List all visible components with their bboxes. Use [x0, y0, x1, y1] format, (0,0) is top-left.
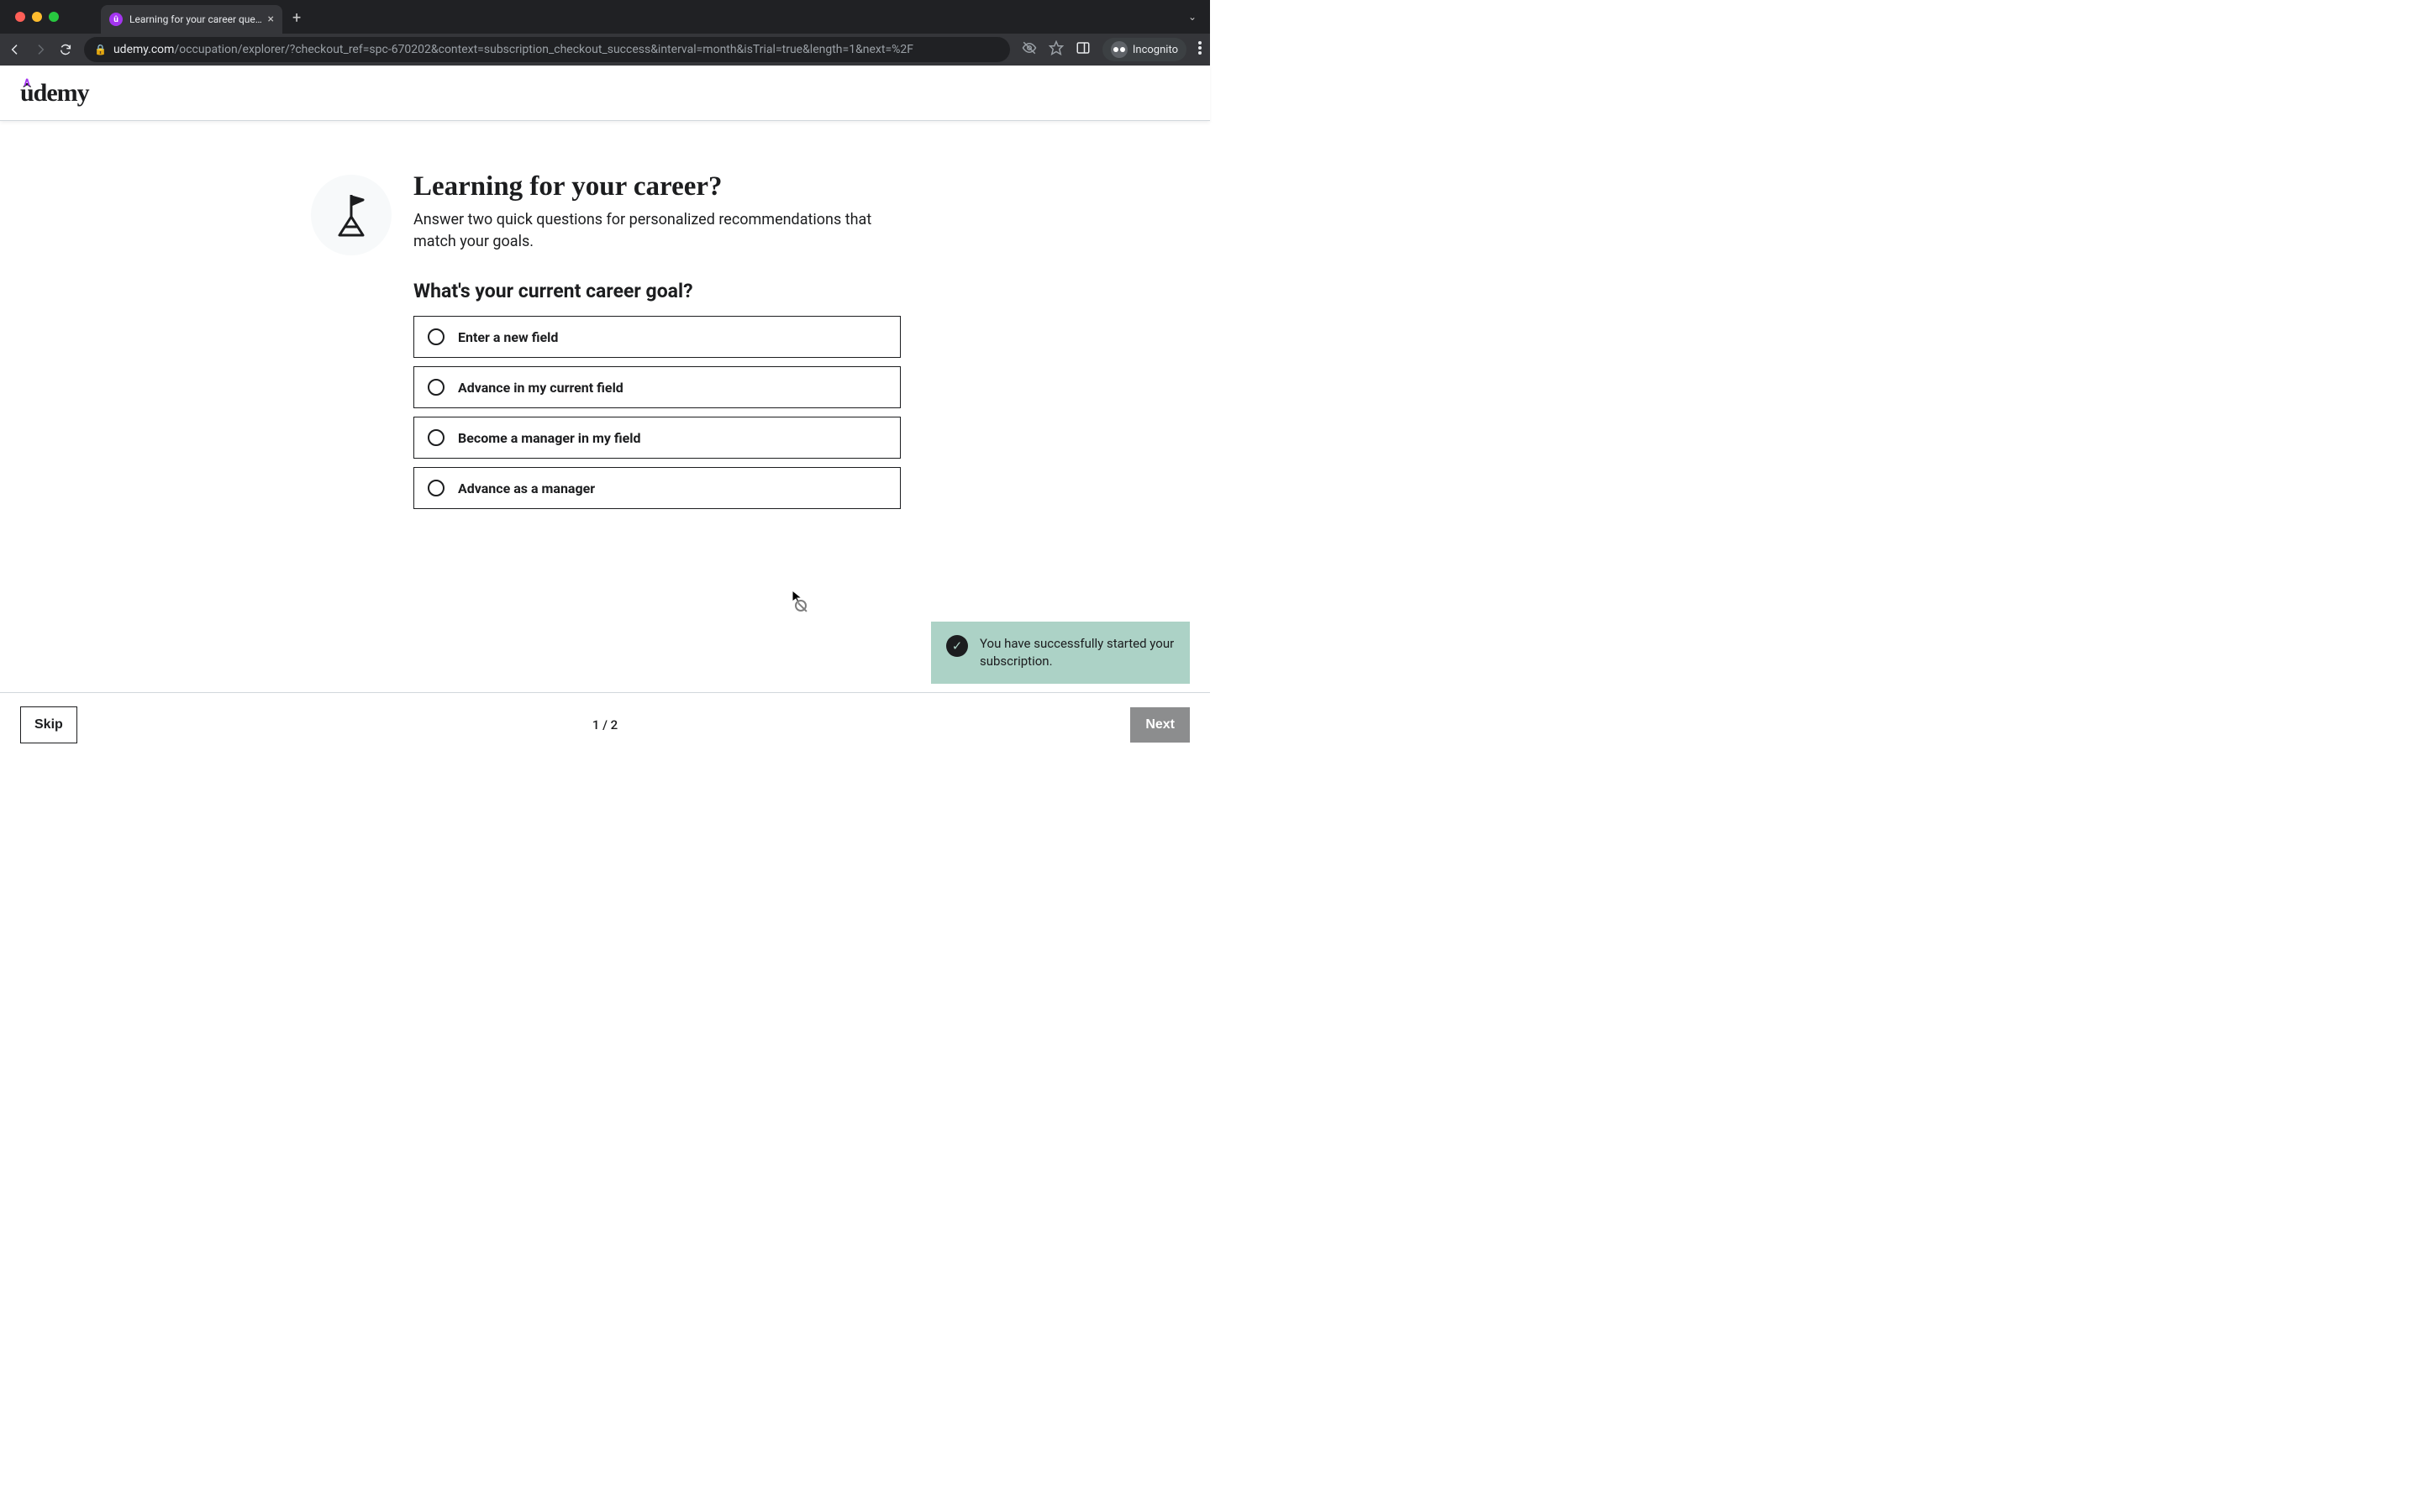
option-label: Advance in my current field — [458, 380, 623, 396]
browser-tab[interactable]: û Learning for your career quest × — [101, 5, 282, 34]
page-headline: Learning for your career? — [413, 171, 901, 202]
lock-icon: 🔒 — [94, 44, 107, 55]
option-advance-current-field[interactable]: Advance in my current field — [413, 366, 901, 408]
udemy-logo-text: ûdemy — [20, 79, 89, 107]
radio-icon — [428, 328, 445, 345]
option-enter-new-field[interactable]: Enter a new field — [413, 316, 901, 358]
option-advance-as-manager[interactable]: Advance as a manager — [413, 467, 901, 509]
radio-icon — [428, 429, 445, 446]
reload-button[interactable] — [59, 43, 72, 56]
step-indicator: 1 / 2 — [592, 717, 618, 732]
url-host: udemy.com — [113, 43, 175, 56]
back-button[interactable] — [8, 43, 22, 56]
incognito-label: Incognito — [1133, 44, 1178, 56]
next-button[interactable]: Next — [1130, 707, 1190, 743]
radio-icon — [428, 480, 445, 496]
page-subtext: Answer two quick questions for personali… — [413, 209, 884, 253]
radio-icon — [428, 379, 445, 396]
toolbar: 🔒 udemy.com/occupation/explorer/?checkou… — [0, 34, 1210, 66]
udemy-header: ∧ ûdemy — [0, 66, 1210, 121]
checkmark-icon: ✓ — [946, 635, 968, 657]
skip-button[interactable]: Skip — [20, 706, 77, 743]
side-panel-icon[interactable] — [1076, 40, 1091, 59]
minimize-window-icon[interactable] — [32, 12, 42, 22]
question-label: What's your current career goal? — [413, 280, 901, 302]
udemy-caret-icon: ∧ — [23, 75, 30, 89]
toast-message: You have successfully started your subsc… — [980, 635, 1175, 670]
udemy-favicon-icon: û — [109, 13, 123, 26]
option-label: Become a manager in my field — [458, 430, 641, 446]
browser-chrome: û Learning for your career quest × + ⌄ 🔒… — [0, 0, 1210, 66]
close-window-icon[interactable] — [15, 12, 25, 22]
new-tab-button[interactable]: + — [292, 9, 301, 27]
url-path: /occupation/explorer/?checkout_ref=spc-6… — [174, 43, 913, 56]
window-controls[interactable] — [15, 12, 59, 22]
incognito-badge[interactable]: Incognito — [1102, 38, 1186, 61]
address-bar[interactable]: 🔒 udemy.com/occupation/explorer/?checkou… — [84, 37, 1010, 62]
goal-flag-icon — [311, 175, 392, 255]
tab-strip: û Learning for your career quest × + ⌄ — [0, 0, 1210, 34]
eye-off-icon[interactable] — [1022, 40, 1037, 59]
content-area: Learning for your career? Answer two qui… — [0, 121, 1210, 692]
success-toast: ✓ You have successfully started your sub… — [931, 622, 1190, 684]
maximize-window-icon[interactable] — [49, 12, 59, 22]
wizard-footer: Skip 1 / 2 Next — [0, 692, 1210, 756]
option-become-manager[interactable]: Become a manager in my field — [413, 417, 901, 459]
option-label: Enter a new field — [458, 329, 558, 345]
udemy-logo[interactable]: ∧ ûdemy — [20, 79, 89, 108]
option-label: Advance as a manager — [458, 480, 595, 496]
kebab-menu-icon[interactable] — [1198, 41, 1202, 58]
forward-button[interactable] — [34, 43, 47, 56]
toolbar-right: Incognito — [1022, 38, 1202, 61]
tabs-dropdown-icon[interactable]: ⌄ — [1188, 11, 1197, 23]
page-viewport: ∧ ûdemy Learning for your career? Answer… — [0, 66, 1210, 756]
tab-title: Learning for your career quest — [129, 13, 263, 25]
incognito-icon — [1111, 41, 1128, 58]
close-tab-icon[interactable]: × — [268, 13, 274, 26]
bookmark-star-icon[interactable] — [1049, 40, 1064, 59]
